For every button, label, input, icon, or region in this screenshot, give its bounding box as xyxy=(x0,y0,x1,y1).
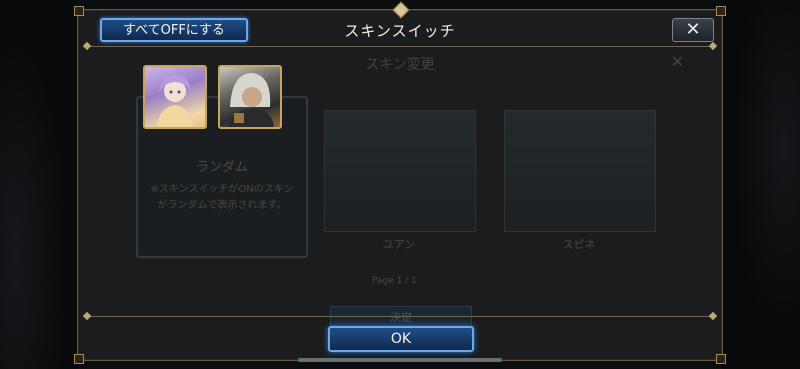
frame-corner xyxy=(716,354,726,364)
background-close-icon: ✕ xyxy=(670,52,684,71)
divider-knob xyxy=(708,41,718,51)
frame-corner xyxy=(716,6,726,16)
skin-switch-dialog: すべてOFFにする スキンスイッチ ✕ スキン変更 ✕ ランダム ※スキンスイッ… xyxy=(74,1,726,364)
dialog-title: スキンスイッチ xyxy=(344,22,456,40)
character-card xyxy=(504,110,656,232)
character-name: ユアン xyxy=(382,238,416,251)
divider-knob xyxy=(82,41,92,51)
character-name: スピネ xyxy=(562,238,596,251)
header-divider xyxy=(82,41,718,51)
frame-corner xyxy=(74,354,84,364)
random-skin-name: ランダム xyxy=(195,160,248,175)
character-portrait-lavender-hair-icon xyxy=(157,75,193,127)
close-button[interactable]: ✕ xyxy=(672,18,714,42)
character-card xyxy=(324,110,476,232)
background-right xyxy=(722,0,800,369)
random-skin-description: ※スキンスイッチがONのスキンがランダムで表示されます。 xyxy=(150,184,294,211)
close-icon: ✕ xyxy=(685,19,701,40)
background-left xyxy=(0,0,78,369)
footer-divider xyxy=(82,311,718,321)
character-portrait-hooded-icon xyxy=(228,73,274,127)
home-indicator[interactable] xyxy=(298,358,502,362)
frame-corner xyxy=(74,6,84,16)
skin-thumbnail-1[interactable] xyxy=(143,65,207,129)
ok-button[interactable]: OK xyxy=(328,326,474,352)
divider-knob xyxy=(82,311,92,321)
skin-thumbnail-2[interactable] xyxy=(218,65,282,129)
page-indicator: Page 1 / 1 xyxy=(372,276,417,286)
divider-knob xyxy=(708,311,718,321)
frame-gem-ornament xyxy=(392,1,410,19)
